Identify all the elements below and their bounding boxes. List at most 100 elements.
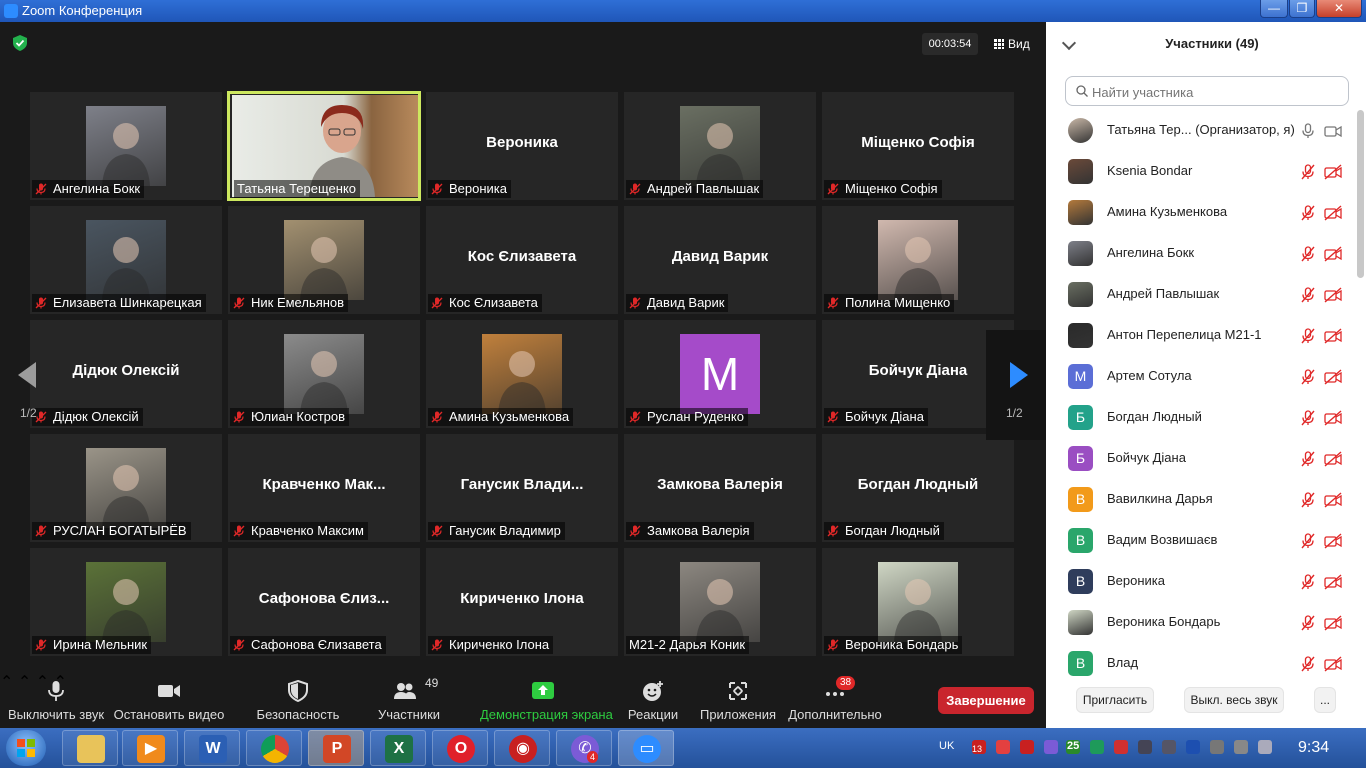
video-tile[interactable]: Амина Кузьменкова	[426, 320, 618, 428]
participant-row[interactable]: Вероника Бондарь	[1046, 602, 1356, 643]
taskbar-chrome[interactable]	[246, 730, 302, 766]
video-tile[interactable]: Юлиан Костров	[228, 320, 420, 428]
participant-row[interactable]: Андрей Павлышак	[1046, 274, 1356, 315]
participant-display-name: Давид Варик	[671, 248, 769, 265]
participant-search[interactable]	[1065, 76, 1349, 106]
tray-antivirus-icon[interactable]	[1090, 740, 1104, 754]
taskbar-clock[interactable]: 9:34	[1298, 739, 1329, 757]
stop-video-button[interactable]: Остановить видео	[112, 672, 226, 728]
tray-network-alert-icon[interactable]	[1210, 740, 1224, 754]
avatar: В	[1068, 528, 1093, 553]
previous-page-button[interactable]: 1/2	[0, 330, 60, 440]
next-page-button[interactable]: 1/2	[986, 330, 1046, 440]
video-tile[interactable]: Кравченко Мак... Кравченко Максим	[228, 434, 420, 542]
muted-mic-icon	[431, 296, 443, 309]
start-button[interactable]	[6, 730, 46, 766]
taskbar-excel[interactable]: X	[370, 730, 426, 766]
excel-icon: X	[385, 735, 413, 763]
video-tile[interactable]: Давид Варик Давид Варик	[624, 206, 816, 314]
profile-photo	[86, 562, 166, 642]
video-tile[interactable]: Вероника Бондарь	[822, 548, 1014, 656]
video-tile[interactable]: Кос Єлизавета Кос Єлизавета	[426, 206, 618, 314]
video-tile[interactable]: Елизавета Шинкарецкая	[30, 206, 222, 314]
participant-row[interactable]: Ksenia Bondar	[1046, 151, 1356, 192]
tray-device-icon[interactable]	[1138, 740, 1152, 754]
close-window-button[interactable]: ✕	[1316, 0, 1362, 18]
participant-row[interactable]: Татьяна Тер... (Организатор, я)	[1046, 110, 1356, 151]
taskbar-explorer[interactable]	[62, 730, 118, 766]
participant-name-label: Міщенко Софія	[824, 180, 942, 198]
participant-row[interactable]: Ангелина Бокк	[1046, 233, 1356, 274]
video-tile[interactable]: Вероника Вероника	[426, 92, 618, 200]
maximize-button[interactable]: ❐	[1289, 0, 1315, 18]
end-meeting-button[interactable]: Завершение	[938, 687, 1034, 714]
taskbar-word[interactable]: W	[184, 730, 240, 766]
tray-viber-icon[interactable]	[1044, 740, 1058, 754]
avatar	[1068, 610, 1093, 635]
participant-row[interactable]: В Вероника	[1046, 561, 1356, 602]
participant-name: Юлиан Костров	[251, 409, 346, 424]
tray-clipboard-icon[interactable]	[1234, 740, 1248, 754]
video-tile[interactable]: M Руслан Руденко	[624, 320, 816, 428]
windows-logo-icon	[17, 739, 35, 757]
taskbar-powerpoint[interactable]: P	[308, 730, 364, 766]
video-tile[interactable]: Полина Мищенко	[822, 206, 1014, 314]
more-button[interactable]: Дополнительно	[786, 672, 884, 728]
video-tile[interactable]: Татьяна Терещенко	[227, 91, 421, 201]
mute-button[interactable]: Выключить звук	[0, 672, 112, 728]
video-tile[interactable]: Замкова Валерія Замкова Валерія	[624, 434, 816, 542]
participant-row[interactable]: Б Богдан Людный	[1046, 397, 1356, 438]
muted-mic-icon	[1300, 451, 1316, 467]
share-screen-button[interactable]: Демонстрация экрана	[480, 672, 613, 728]
taskbar-viber[interactable]: ✆ 4	[556, 730, 612, 766]
profile-photo	[284, 220, 364, 300]
taskbar-screen-recorder[interactable]: ◉	[494, 730, 550, 766]
participant-row[interactable]: В Влад	[1046, 643, 1356, 682]
video-tile[interactable]: Ганусик Влади... Ганусик Владимир	[426, 434, 618, 542]
video-tile[interactable]: Ангелина Бокк	[30, 92, 222, 200]
participant-row[interactable]: В Вадим Возвишаєв	[1046, 520, 1356, 561]
participant-list-scrollbar[interactable]	[1357, 110, 1364, 278]
invite-button[interactable]: Пригласить	[1076, 687, 1154, 713]
participant-row[interactable]: В Вавилкина Дарья	[1046, 479, 1356, 520]
participant-row[interactable]: Б Бойчук Діана	[1046, 438, 1356, 479]
muted-mic-icon	[233, 638, 245, 651]
video-tile[interactable]: РУСЛАН БОГАТЫРЁВ	[30, 434, 222, 542]
tray-video-icon[interactable]	[996, 740, 1010, 754]
panel-more-button[interactable]: ...	[1314, 687, 1336, 713]
video-tile[interactable]: Сафонова Єлиз... Сафонова Єлизавета	[228, 548, 420, 656]
person-silhouette	[300, 237, 348, 300]
video-tile[interactable]: Кириченко Ілона Кириченко Ілона	[426, 548, 618, 656]
tray-shield-icon[interactable]	[1114, 740, 1128, 754]
video-tile[interactable]: Ирина Мельник	[30, 548, 222, 656]
video-tile[interactable]: Міщенко Софія Міщенко Софія	[822, 92, 1014, 200]
participant-name: Полина Мищенко	[845, 295, 951, 310]
participants-panel-title: Участники (49)	[1165, 36, 1259, 51]
video-tile[interactable]: М21-2 Дарья Коник	[624, 548, 816, 656]
tray-recorder-icon[interactable]	[1020, 740, 1034, 754]
reactions-button[interactable]: Реакции	[620, 672, 686, 728]
mute-all-button[interactable]: Выкл. весь звук	[1184, 687, 1284, 713]
participants-button[interactable]: 49 Участники	[368, 672, 450, 728]
video-tile[interactable]: Ник Емельянов	[228, 206, 420, 314]
minimize-button[interactable]: —	[1260, 0, 1288, 18]
participant-row[interactable]: M Артем Сотула	[1046, 356, 1356, 397]
video-tile[interactable]: Богдан Людный Богдан Людный	[822, 434, 1014, 542]
network-signal-icon[interactable]	[1258, 740, 1272, 754]
video-tile[interactable]: Андрей Павлышак	[624, 92, 816, 200]
participant-row[interactable]: Антон Перепелица М21-1	[1046, 315, 1356, 356]
apps-button[interactable]: Приложения	[696, 672, 780, 728]
taskbar-zoom[interactable]: ▭	[618, 730, 674, 766]
taskbar-opera[interactable]: O	[432, 730, 488, 766]
participant-row[interactable]: Амина Кузьменкова	[1046, 192, 1356, 233]
muted-mic-icon	[1300, 410, 1316, 426]
security-button[interactable]: Безопасность	[246, 672, 350, 728]
participants-icon	[394, 683, 416, 699]
language-indicator[interactable]: UK	[939, 740, 954, 752]
bluetooth-icon[interactable]	[1186, 740, 1200, 754]
tray-usb-icon[interactable]	[1162, 740, 1176, 754]
mute-label: Выключить звук	[7, 707, 105, 722]
person-silhouette	[894, 237, 942, 300]
participant-search-input[interactable]	[1092, 81, 1342, 103]
taskbar-media-player[interactable]: ▶	[122, 730, 178, 766]
